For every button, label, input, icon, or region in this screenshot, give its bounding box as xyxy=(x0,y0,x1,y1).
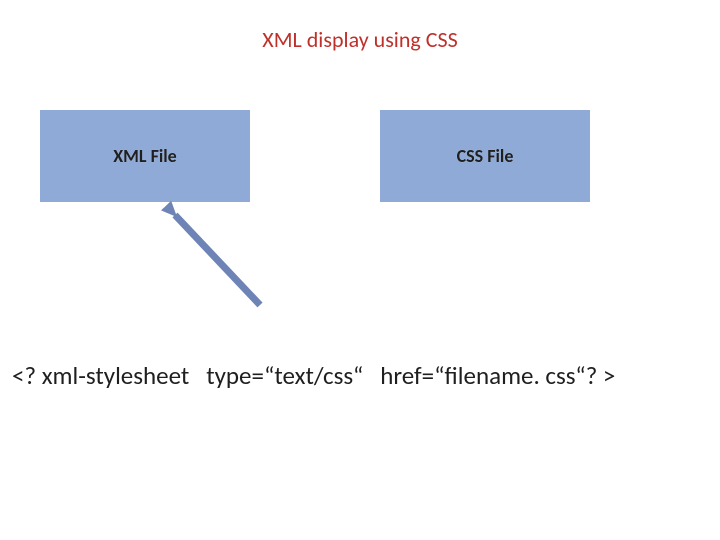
xml-file-label: XML File xyxy=(113,145,177,167)
arrow-icon xyxy=(0,0,720,540)
slide-title: XML display using CSS xyxy=(0,26,720,53)
xml-file-box: XML File xyxy=(40,110,250,202)
xml-stylesheet-instruction: <? xml-stylesheet type=“text/css“ href=“… xyxy=(12,360,615,391)
css-file-label: CSS File xyxy=(457,145,514,167)
css-file-box: CSS File xyxy=(380,110,590,202)
